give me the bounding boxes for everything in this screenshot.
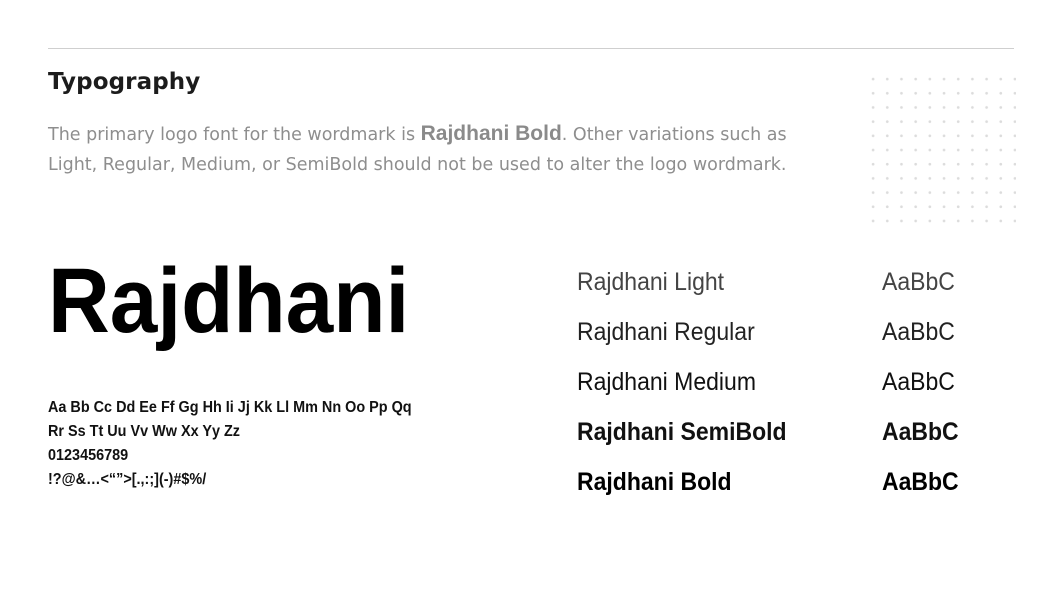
weight-name: Rajdhani Medium — [577, 368, 756, 396]
decorative-dot-grid — [866, 72, 1016, 224]
charset-line-letters-2: Rr Ss Tt Uu Vv Ww Xx Yy Zz — [48, 423, 240, 440]
section-description: The primary logo font for the wordmark i… — [48, 119, 808, 180]
weight-sample: AaBbC — [882, 368, 955, 396]
weight-name: Rajdhani Light — [577, 268, 725, 296]
weight-name: Rajdhani SemiBold — [577, 418, 787, 446]
weight-row-semibold: Rajdhani SemiBold AaBbC — [577, 418, 1017, 468]
description-text-before: The primary logo font for the wordmark i… — [48, 125, 421, 145]
charset-line-letters-1: Aa Bb Cc Dd Ee Ff Gg Hh Ii Jj Kk Ll Mm N… — [48, 399, 412, 416]
weight-row-regular: Rajdhani Regular AaBbC — [577, 318, 1017, 368]
charset-line-symbols: !?@&…<“”>[.,:;](-)#$%/ — [48, 471, 207, 488]
description-emphasis: Rajdhani Bold — [420, 122, 562, 145]
character-set: Aa Bb Cc Dd Ee Ff Gg Hh Ii Jj Kk Ll Mm N… — [48, 396, 412, 492]
section-title: Typography — [48, 69, 201, 95]
font-weights-list: Rajdhani Light AaBbC Rajdhani Regular Aa… — [577, 268, 1017, 518]
weight-row-medium: Rajdhani Medium AaBbC — [577, 368, 1017, 418]
weight-sample: AaBbC — [882, 468, 959, 496]
weight-row-bold: Rajdhani Bold AaBbC — [577, 468, 1017, 518]
font-specimen-display: Rajdhani — [48, 250, 410, 352]
weight-row-light: Rajdhani Light AaBbC — [577, 268, 1017, 318]
weight-sample: AaBbC — [882, 268, 955, 296]
top-divider — [48, 48, 1014, 49]
charset-line-digits: 0123456789 — [48, 447, 129, 464]
weight-name: Rajdhani Bold — [577, 468, 732, 496]
weight-sample: AaBbC — [882, 418, 959, 446]
weight-sample: AaBbC — [882, 318, 955, 346]
weight-name: Rajdhani Regular — [577, 318, 755, 346]
